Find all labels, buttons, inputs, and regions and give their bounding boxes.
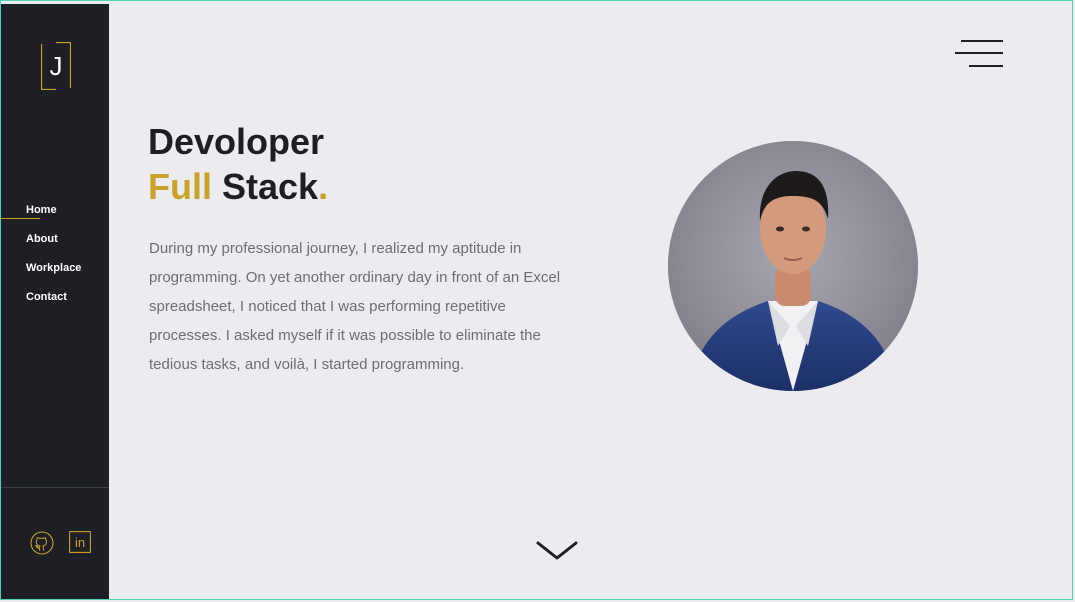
nav-item-label: About <box>26 233 58 245</box>
linkedin-link[interactable]: in <box>69 531 93 555</box>
chevron-down-icon <box>536 541 578 560</box>
github-link[interactable] <box>30 531 54 555</box>
nav-item-label: Contact <box>26 291 67 303</box>
sidebar-divider <box>1 487 109 488</box>
nav-item-home[interactable]: Home <box>1 200 109 229</box>
hero-title-dot: . <box>318 166 329 207</box>
linkedin-icon: in <box>69 531 91 553</box>
hero-title-accent: Full <box>148 166 212 207</box>
hamburger-menu-icon <box>955 40 1003 67</box>
main-nav: Home About Workplace Contact <box>1 200 109 316</box>
github-icon <box>30 531 54 555</box>
hero-description: During my professional journey, I realiz… <box>149 240 561 373</box>
active-indicator <box>1 218 40 219</box>
nav-item-label: Workplace <box>26 262 82 274</box>
hero-title-line1: Devoloper <box>148 121 325 162</box>
nav-item-about[interactable]: About <box>1 229 109 258</box>
profile-photo <box>668 141 918 391</box>
sidebar: J Home About Workplace Contact in <box>1 4 109 599</box>
linkedin-text: in <box>75 535 85 550</box>
logo-letter: J <box>49 51 63 81</box>
nav-item-workplace[interactable]: Workplace <box>1 258 109 287</box>
nav-item-label: Home <box>26 204 57 216</box>
scroll-down-button[interactable] <box>536 539 578 563</box>
hamburger-menu-button[interactable] <box>954 39 1004 71</box>
hero-title-rest: Stack <box>211 166 319 207</box>
page-frame: J Home About Workplace Contact in Devolo… <box>0 0 1073 600</box>
nav-item-contact[interactable]: Contact <box>1 287 109 316</box>
portrait-image <box>668 141 918 391</box>
logo[interactable]: J <box>41 42 71 90</box>
hero-title: Devoloper Full Stack. <box>148 119 328 209</box>
